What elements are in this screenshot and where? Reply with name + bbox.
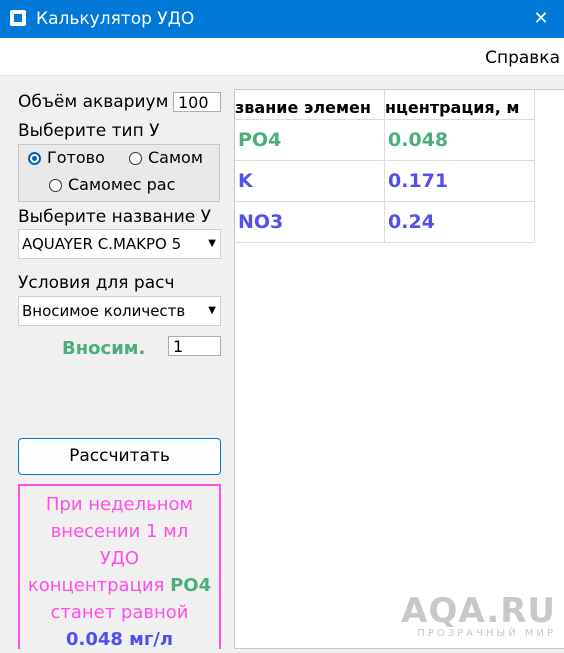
- close-button[interactable]: ✕: [518, 0, 564, 38]
- radio-selfmix-calc[interactable]: Самомес рас: [49, 175, 199, 199]
- radio-selfmix-calc-label: Самомес рас: [68, 175, 176, 194]
- watermark: AQA.RU ПРОЗРАЧНЫЙ МИР: [401, 594, 556, 639]
- radio-ready[interactable]: Готово: [28, 148, 113, 172]
- table-header-element[interactable]: звание элемен: [235, 90, 385, 120]
- result-line4: концентрация PO4: [20, 572, 219, 599]
- result-line3: УДО: [99, 548, 140, 569]
- conditions-select[interactable]: Вносимое количеств ▼: [18, 296, 221, 326]
- table-cell-value[interactable]: 0.171: [385, 161, 535, 202]
- title-bar: Калькулятор УДО ✕: [0, 0, 564, 38]
- radio-selfmix[interactable]: Самом: [129, 148, 217, 172]
- chevron-down-icon: ▼: [208, 238, 216, 249]
- menu-bar: Справка: [0, 38, 564, 76]
- table-cell-value[interactable]: 0.048: [385, 120, 535, 161]
- table-header-concentration[interactable]: нцентрация, м: [385, 90, 535, 120]
- volume-input[interactable]: 100: [173, 92, 221, 112]
- radio-unselected-icon: [49, 179, 62, 192]
- watermark-tagline: ПРОЗРАЧНЫЙ МИР: [417, 628, 556, 639]
- name-select[interactable]: AQUAYER C.MAKPO 5 ▼: [18, 229, 221, 259]
- type-label: Выберите тип У: [18, 121, 160, 141]
- conditions-label: Условия для расч: [18, 273, 175, 293]
- volume-label: Объём аквариум: [18, 92, 169, 112]
- chevron-down-icon: ▼: [208, 305, 216, 316]
- result-line1: При недельном: [45, 494, 194, 515]
- result-line2: внесении 1 мл: [50, 521, 189, 542]
- name-select-value: AQUAYER C.MAKPO 5: [22, 235, 182, 253]
- radio-ready-label: Готово: [47, 148, 105, 167]
- name-label: Выберите название У: [18, 207, 212, 227]
- menu-help[interactable]: Справка: [485, 48, 560, 68]
- radio-selfmix-label: Самом: [148, 148, 203, 167]
- result-concentration-label: концентрация: [27, 575, 165, 596]
- results-table: звание элемен нцентрация, м PO4 0.048 K …: [234, 89, 564, 649]
- type-radio-group: Готово Самом Самомес рас: [18, 144, 220, 202]
- watermark-logo: AQA.RU: [401, 591, 556, 631]
- amount-input[interactable]: 1: [168, 336, 221, 356]
- window-title: Калькулятор УДО: [36, 9, 195, 29]
- app-icon: [10, 10, 26, 26]
- table-cell-element[interactable]: NO3: [235, 202, 385, 243]
- radio-unselected-icon: [129, 152, 142, 165]
- table-cell-value[interactable]: 0.24: [385, 202, 535, 243]
- conditions-select-value: Вносимое количеств: [22, 302, 186, 320]
- amount-label: Вносим.: [62, 338, 146, 359]
- table-cell-element[interactable]: PO4: [235, 120, 385, 161]
- result-box: При недельном внесении 1 мл УДО концентр…: [18, 484, 221, 650]
- table-cell-element[interactable]: K: [235, 161, 385, 202]
- radio-selected-icon: [28, 152, 41, 165]
- result-line5: станет равной: [50, 602, 189, 623]
- calculate-button[interactable]: Рассчитать: [18, 438, 221, 475]
- result-element: PO4: [170, 575, 212, 596]
